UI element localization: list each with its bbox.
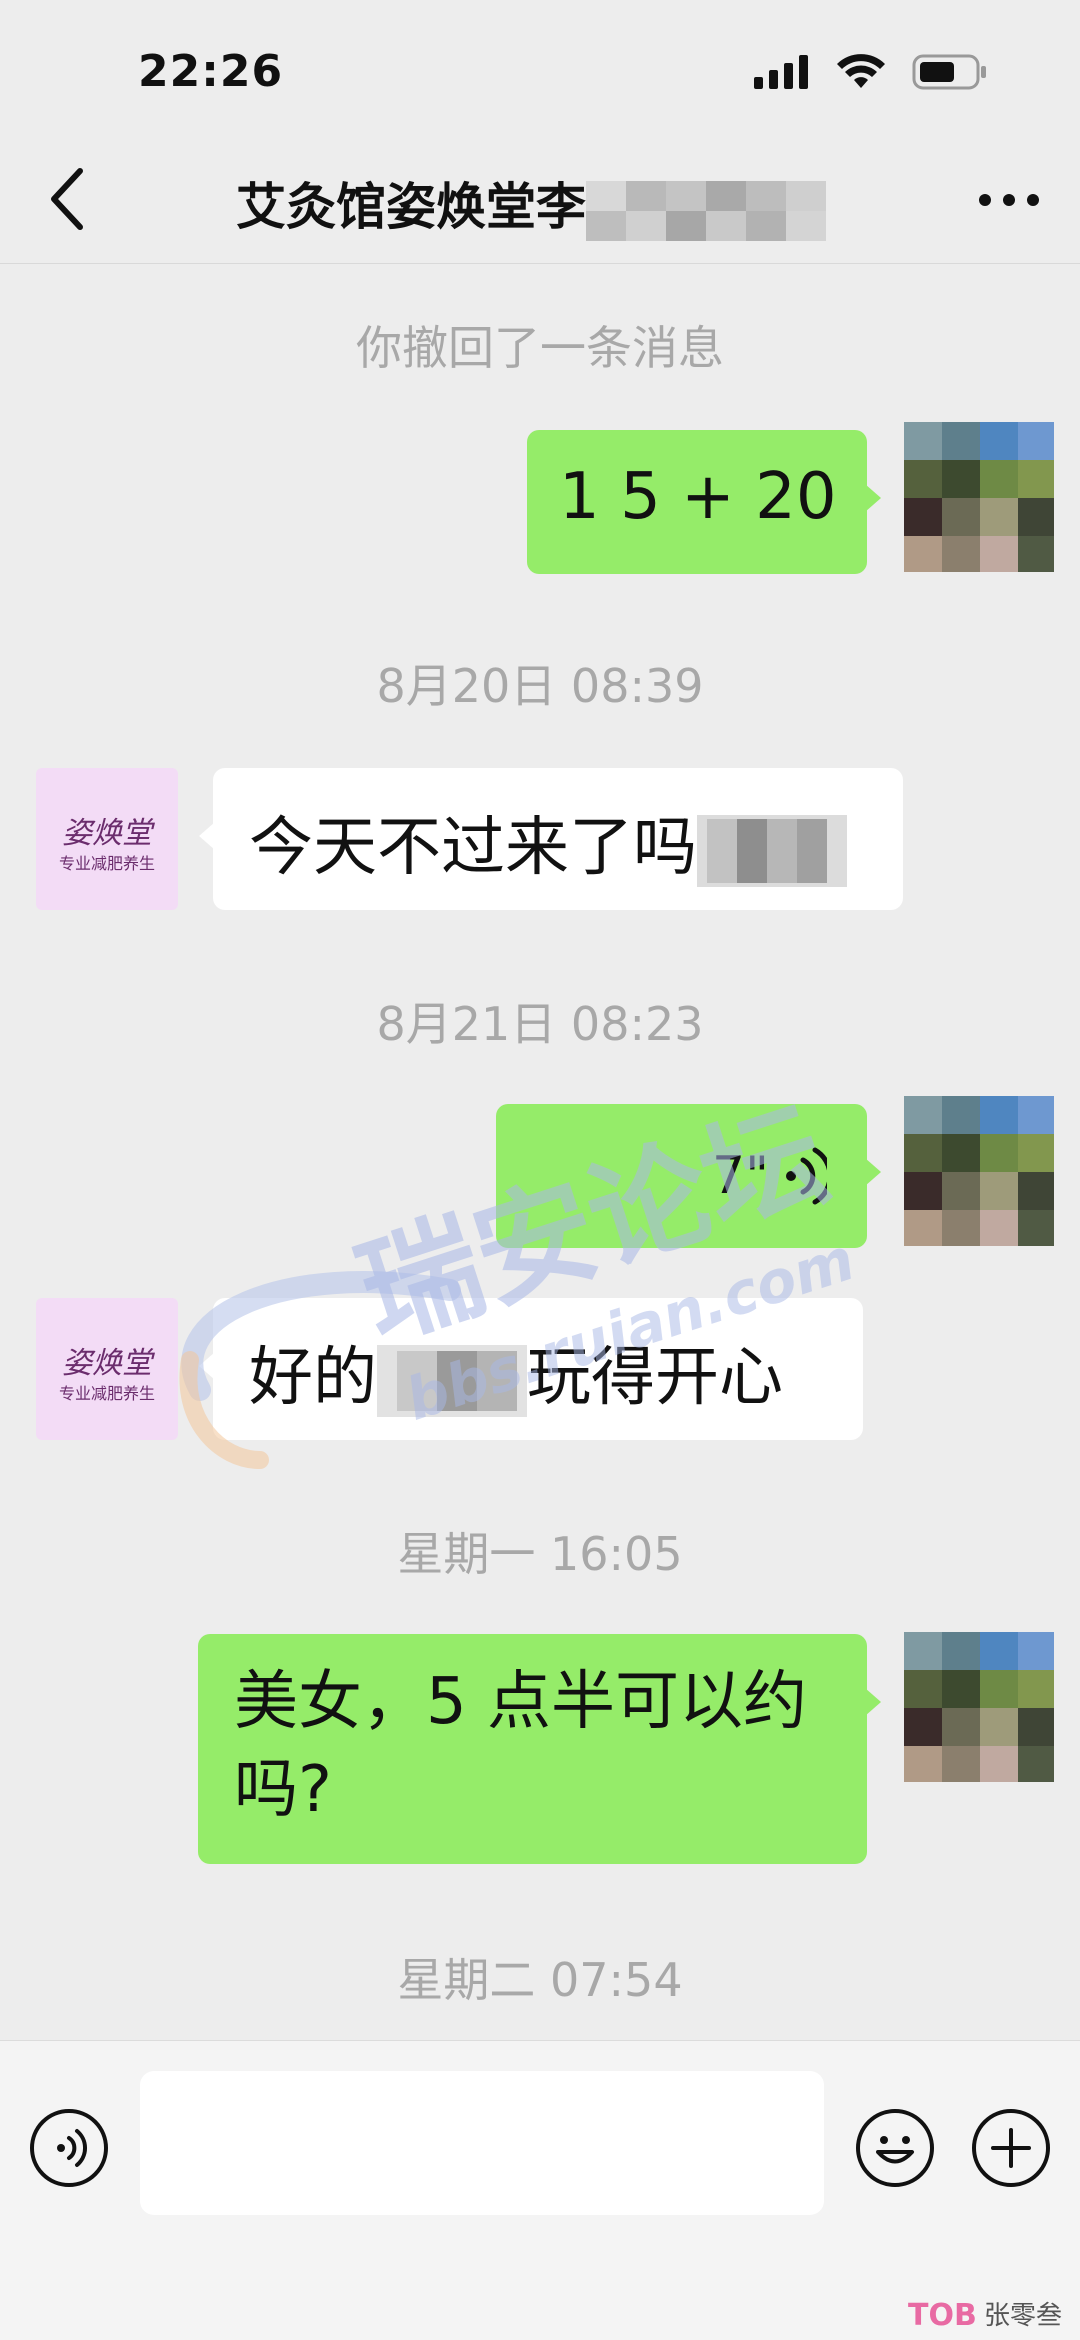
badge-text: 张零叁	[983, 2301, 1062, 2331]
voice-wave-icon	[786, 1147, 827, 1205]
source-badge: TOB 张零叁	[908, 2295, 1062, 2332]
avatar-mosaic-image	[904, 1632, 1054, 1782]
shop-logo-subtitle: 专业减肥养生	[58, 1384, 155, 1403]
message-bubble-sent[interactable]: 1 5 + 20	[527, 430, 881, 574]
status-bar: 22:26	[0, 0, 1080, 145]
message-text: 1 5 + 20	[559, 460, 837, 534]
censored-name-mosaic	[586, 180, 826, 241]
message-bubble-received[interactable]: 今天不过来了吗	[199, 768, 903, 910]
wifi-icon	[837, 54, 885, 88]
message-text: 今天不过来了吗	[249, 811, 697, 885]
emoji-icon	[876, 2136, 914, 2164]
message-text-part1: 好的	[249, 1341, 377, 1415]
battery-icon	[912, 54, 986, 90]
message-input[interactable]	[140, 2071, 824, 2215]
timestamp: 星期二 07:54	[397, 1953, 683, 2007]
avatar-mosaic-image	[904, 422, 1054, 572]
recall-notice: 你撤回了一条消息	[356, 321, 724, 375]
contact-avatar[interactable]: 姿焕堂 专业减肥养生	[36, 1298, 178, 1440]
message-text-line2: 吗?	[234, 1753, 332, 1827]
more-options-icon[interactable]	[974, 175, 1044, 225]
emoji-button[interactable]	[856, 2109, 934, 2187]
shop-logo-subtitle: 专业减肥养生	[58, 854, 155, 873]
chat-input-bar: TOB 张零叁	[0, 2040, 1080, 2340]
back-chevron-icon[interactable]	[40, 163, 100, 235]
badge-logo-icon: TOB	[908, 2298, 977, 2331]
my-avatar[interactable]	[904, 422, 1054, 572]
plus-icon	[991, 2128, 1031, 2168]
status-icons	[754, 54, 988, 90]
timestamp: 8月20日 08:39	[376, 659, 704, 713]
message-bubble-sent[interactable]: 美女，5 点半可以约 吗?	[198, 1634, 881, 1864]
voice-duration: 7"	[711, 1146, 769, 1206]
more-functions-button[interactable]	[972, 2109, 1050, 2187]
shop-logo-text: 姿焕堂	[62, 816, 152, 851]
contact-avatar[interactable]: 姿焕堂 专业减肥养生	[36, 768, 178, 910]
message-text-line1: 美女，5 点半可以约	[234, 1665, 808, 1739]
message-text-part2: 玩得开心	[527, 1341, 783, 1415]
timestamp: 8月21日 08:23	[376, 997, 704, 1051]
timestamp: 星期一 16:05	[397, 1527, 683, 1581]
my-avatar[interactable]	[904, 1096, 1054, 1246]
svg-text:TOB: TOB	[908, 2298, 977, 2331]
chat-title: 艾灸馆姿焕堂李	[236, 167, 826, 241]
voice-icon	[57, 2129, 88, 2167]
censored-text-mosaic	[697, 815, 847, 888]
voice-input-button[interactable]	[30, 2109, 108, 2187]
cellular-signal-icon	[754, 55, 808, 89]
censored-text-mosaic	[377, 1345, 527, 1418]
avatar-mosaic-image	[904, 1096, 1054, 1246]
shop-logo-text: 姿焕堂	[62, 1346, 152, 1381]
voice-message-bubble[interactable]: 7"	[496, 1104, 881, 1248]
my-avatar[interactable]	[904, 1632, 1054, 1782]
clock: 22:26	[138, 46, 284, 97]
chat-title-text: 艾灸馆姿焕堂李	[236, 178, 586, 236]
chat-header: 艾灸馆姿焕堂李	[0, 145, 1080, 264]
message-bubble-received[interactable]: 好的 玩得开心	[199, 1298, 863, 1440]
